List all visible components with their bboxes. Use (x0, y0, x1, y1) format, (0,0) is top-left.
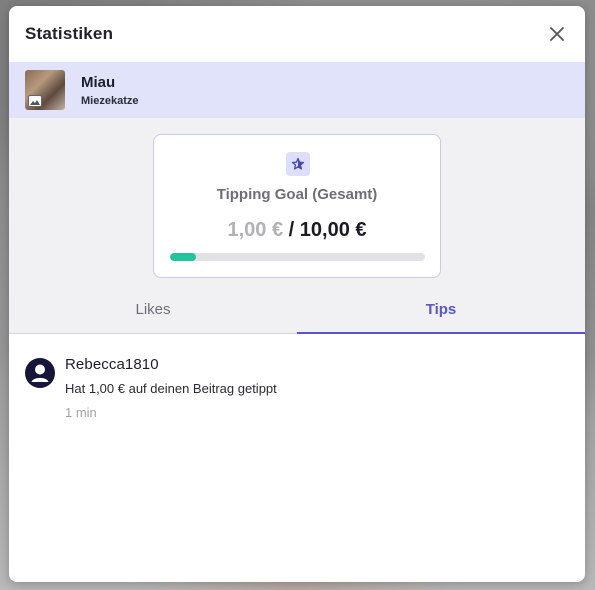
profile-handle: Miezekatze (81, 94, 139, 107)
post-thumbnail (25, 70, 65, 110)
goal-separator: / (283, 219, 300, 241)
tip-timestamp: 1 min (65, 405, 97, 420)
statistics-modal: Statistiken Miau Miezekatze Tipping Goal… (9, 6, 585, 582)
profile-name: Miau (81, 73, 116, 91)
tips-feed: Rebecca1810 Hat 1,00 € auf deinen Beitra… (9, 334, 585, 442)
tipping-goal-card: Tipping Goal (Gesamt) 1,00 € / 10,00 € (153, 134, 441, 278)
tab-tips[interactable]: Tips (297, 286, 585, 334)
goal-progress-bar (170, 253, 425, 261)
modal-title: Statistiken (25, 24, 114, 43)
stats-area: Tipping Goal (Gesamt) 1,00 € / 10,00 € L… (9, 118, 585, 334)
close-icon[interactable] (545, 22, 569, 46)
tip-body: Rebecca1810 Hat 1,00 € auf deinen Beitra… (65, 356, 277, 420)
goal-target-amount: 10,00 € (299, 219, 367, 241)
goal-progress-fill (170, 253, 196, 261)
tip-message: Hat 1,00 € auf deinen Beitrag getippt (65, 381, 277, 396)
goal-amount: 1,00 € / 10,00 € (154, 219, 440, 242)
tipper-name[interactable]: Rebecca1810 (65, 356, 277, 373)
goal-title: Tipping Goal (Gesamt) (216, 186, 378, 203)
profile-text: Miau Miezekatze (81, 74, 138, 107)
goal-current-amount: 1,00 € (227, 219, 284, 241)
tab-likes[interactable]: Likes (9, 286, 297, 333)
modal-header: Statistiken (9, 6, 585, 62)
stats-tabs: Likes Tips (9, 286, 585, 334)
star-badge-icon (286, 152, 310, 176)
user-circle-icon[interactable] (25, 358, 55, 388)
post-profile-row[interactable]: Miau Miezekatze (9, 62, 585, 118)
image-icon (28, 95, 42, 107)
list-item[interactable]: Rebecca1810 Hat 1,00 € auf deinen Beitra… (25, 356, 569, 420)
